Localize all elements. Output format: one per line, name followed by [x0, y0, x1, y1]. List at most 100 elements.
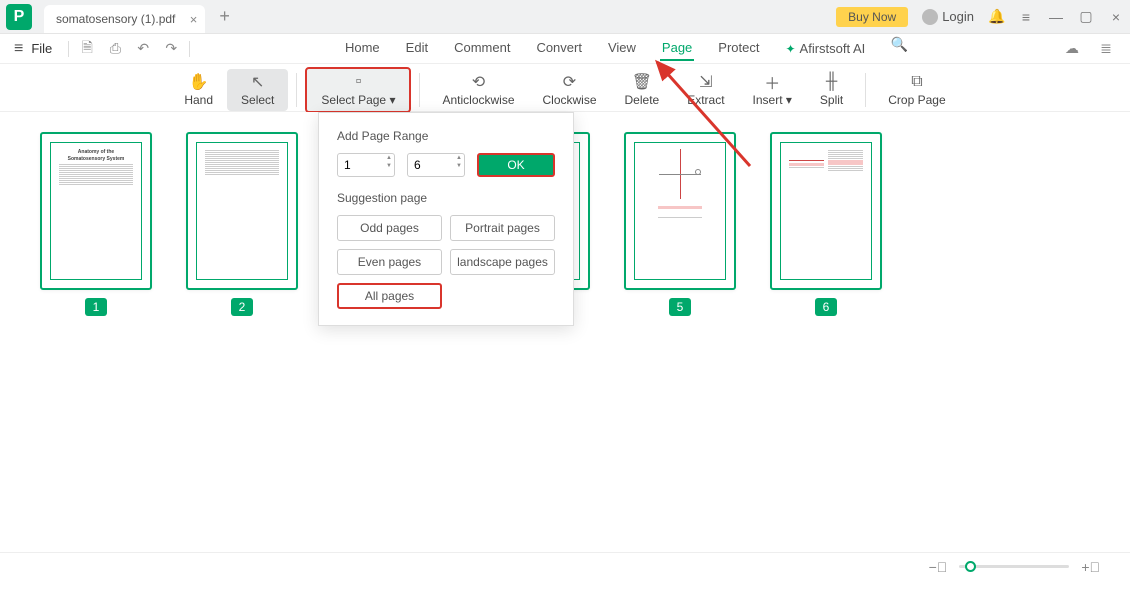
tool-crop-label: Crop Page: [888, 93, 945, 107]
menu-edit[interactable]: Edit: [404, 36, 430, 61]
app-logo: P: [6, 4, 32, 30]
tool-insert-label: Insert ▾: [753, 93, 792, 107]
tab-title: somatosensory (1).pdf: [56, 12, 175, 26]
hamburger-icon[interactable]: ≡: [14, 40, 23, 58]
doc-title: Anatomy of the Somatosensory System: [59, 149, 133, 162]
hand-icon: ✋: [189, 73, 209, 91]
tool-select-page[interactable]: ▫ Select Page ▾: [305, 67, 411, 113]
portrait-pages-button[interactable]: Portrait pages: [450, 215, 555, 241]
tool-select-page-label: Select Page ▾: [321, 93, 395, 107]
tool-select-label: Select: [241, 93, 274, 107]
search-icon[interactable]: 🔍: [889, 36, 909, 61]
suggestion-label: Suggestion page: [337, 191, 555, 205]
landscape-pages-button[interactable]: landscape pages: [450, 249, 555, 275]
page-select-icon: ▫: [356, 73, 362, 91]
settings-lines-icon[interactable]: ≣: [1096, 40, 1116, 57]
menu-protect[interactable]: Protect: [716, 36, 761, 61]
spinner-arrows[interactable]: ▲▼: [456, 155, 462, 169]
save-icon[interactable]: 🗎: [77, 37, 97, 61]
page-number: 6: [815, 298, 838, 316]
thumb-preview[interactable]: [770, 132, 882, 290]
undo-icon[interactable]: ↶: [133, 40, 153, 57]
menu-ai[interactable]: ✦ Afirstsoft AI: [783, 36, 867, 61]
tool-anticlockwise-label: Anticlockwise: [442, 93, 514, 107]
add-page-range-label: Add Page Range: [337, 129, 555, 143]
user-icon: [922, 9, 938, 25]
tool-hand-label: Hand: [184, 93, 213, 107]
page-number: 2: [231, 298, 254, 316]
ok-button[interactable]: OK: [477, 153, 555, 177]
page-thumb-2[interactable]: 2: [186, 132, 298, 316]
file-bar: ≡ File 🗎 ⎙ ↶ ↷ Home Edit Comment Convert…: [0, 34, 1130, 64]
page-toolbar: ✋ Hand ↖ Select ▫ Select Page ▾ ⟲ Anticl…: [0, 64, 1130, 112]
select-page-dropdown: Add Page Range 1 ▲▼ 6 ▲▼ OK Suggestion p…: [318, 112, 574, 326]
range-to-value: 6: [414, 158, 421, 172]
close-window-icon[interactable]: ×: [1108, 9, 1124, 25]
odd-pages-button[interactable]: Odd pages: [337, 215, 442, 241]
extract-icon: ⇲: [699, 73, 712, 91]
split-icon: ╫: [826, 73, 837, 91]
menu-home[interactable]: Home: [343, 36, 382, 61]
tool-crop[interactable]: ⧉ Crop Page: [874, 69, 959, 111]
all-pages-button[interactable]: All pages: [337, 283, 442, 309]
login-button[interactable]: Login: [922, 9, 974, 25]
tool-anticlockwise[interactable]: ⟲ Anticlockwise: [428, 69, 528, 111]
zoom-slider-thumb[interactable]: [965, 561, 976, 572]
tool-split[interactable]: ╫ Split: [806, 69, 857, 111]
page-thumb-1[interactable]: Anatomy of the Somatosensory System 1: [40, 132, 152, 316]
divider: [296, 73, 297, 107]
close-tab-icon[interactable]: ×: [190, 12, 198, 27]
zoom-slider[interactable]: [959, 565, 1069, 568]
tool-split-label: Split: [820, 93, 843, 107]
rotate-left-icon: ⟲: [472, 73, 485, 91]
cloud-icon[interactable]: ☁: [1062, 40, 1082, 57]
new-tab-button[interactable]: +: [219, 6, 230, 27]
divider: [68, 41, 69, 57]
bell-icon[interactable]: 🔔: [988, 8, 1004, 25]
page-thumb-6[interactable]: 6: [770, 132, 882, 316]
page-thumb-5[interactable]: 5: [624, 132, 736, 316]
zoom-in-icon[interactable]: +⃝: [1081, 559, 1100, 575]
menu-icon[interactable]: ≡: [1018, 9, 1034, 25]
menu-page[interactable]: Page: [660, 36, 694, 61]
menu-comment[interactable]: Comment: [452, 36, 512, 61]
document-tab[interactable]: somatosensory (1).pdf ×: [44, 5, 205, 33]
insert-icon: ＋: [764, 73, 780, 91]
spinner-arrows[interactable]: ▲▼: [386, 155, 392, 169]
status-bar: −⃝ +⃝: [0, 552, 1130, 580]
range-from-input[interactable]: 1 ▲▼: [337, 153, 395, 177]
thumb-preview[interactable]: Anatomy of the Somatosensory System: [40, 132, 152, 290]
page-number: 5: [669, 298, 692, 316]
buy-now-button[interactable]: Buy Now: [836, 7, 908, 27]
thumb-preview[interactable]: [186, 132, 298, 290]
divider: [865, 73, 866, 107]
crop-icon: ⧉: [911, 73, 922, 91]
menu-convert[interactable]: Convert: [534, 36, 584, 61]
top-menu: Home Edit Comment Convert View Page Prot…: [198, 36, 1054, 61]
sparkle-icon: ✦: [785, 42, 795, 56]
maximize-icon[interactable]: ▢: [1078, 8, 1094, 25]
range-to-input[interactable]: 6 ▲▼: [407, 153, 465, 177]
tool-hand[interactable]: ✋ Hand: [170, 69, 227, 111]
menu-ai-label: Afirstsoft AI: [800, 41, 866, 56]
menu-view[interactable]: View: [606, 36, 638, 61]
minimize-icon[interactable]: —: [1048, 9, 1064, 25]
redo-icon[interactable]: ↷: [161, 40, 181, 57]
tool-extract[interactable]: ⇲ Extract: [673, 69, 738, 111]
tool-select[interactable]: ↖ Select: [227, 69, 288, 111]
page-number: 1: [85, 298, 108, 316]
tool-clockwise[interactable]: ⟳ Clockwise: [529, 69, 611, 111]
even-pages-button[interactable]: Even pages: [337, 249, 442, 275]
trash-icon: 🗑: [632, 73, 652, 91]
tool-delete-label: Delete: [625, 93, 660, 107]
tool-delete[interactable]: 🗑 Delete: [611, 69, 674, 111]
file-menu[interactable]: File: [31, 41, 52, 56]
title-bar: P somatosensory (1).pdf × + Buy Now Logi…: [0, 0, 1130, 34]
tool-insert[interactable]: ＋ Insert ▾: [739, 69, 806, 111]
divider: [419, 73, 420, 107]
zoom-out-icon[interactable]: −⃝: [929, 559, 948, 575]
print-icon[interactable]: ⎙: [105, 40, 125, 57]
thumb-preview[interactable]: [624, 132, 736, 290]
login-label: Login: [942, 9, 974, 24]
cursor-icon: ↖: [251, 73, 264, 91]
